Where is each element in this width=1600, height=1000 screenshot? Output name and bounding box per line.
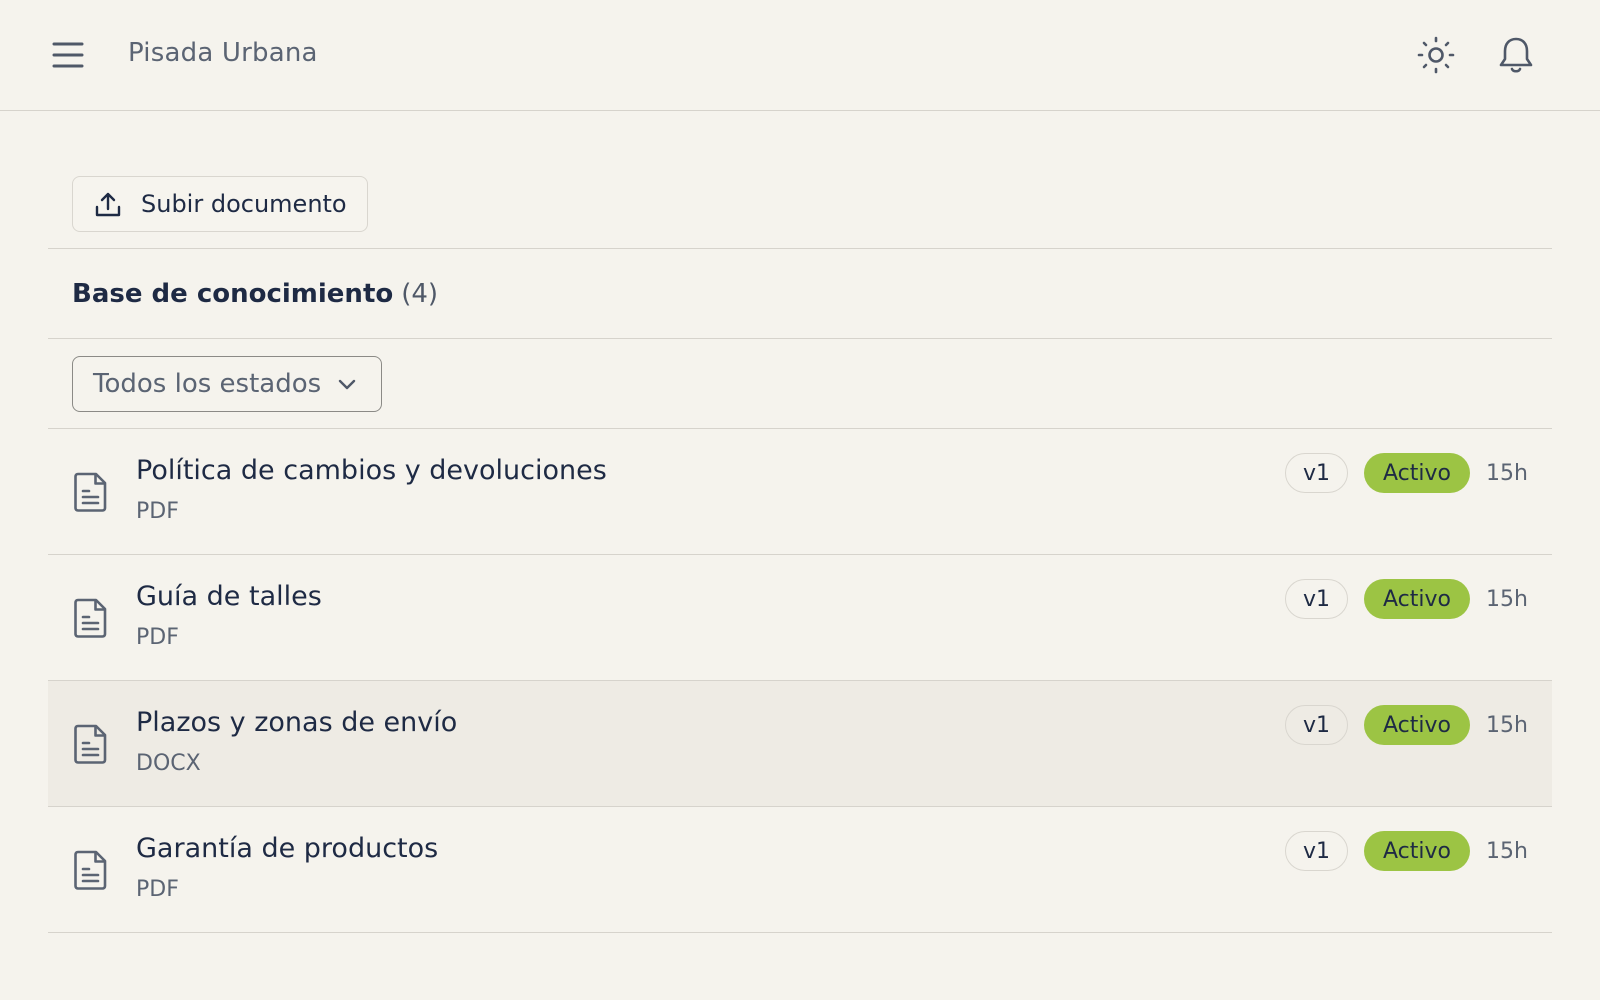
document-name: Plazos y zonas de envío <box>136 707 458 738</box>
version-badge: v1 <box>1284 579 1349 619</box>
upload-document-button[interactable]: Subir documento <box>72 176 368 232</box>
document-age: 15h <box>1486 838 1528 864</box>
document-type: DOCX <box>136 751 201 776</box>
filter-bar: Todos los estados <box>48 339 1552 429</box>
document-row[interactable]: Política de cambios y devoluciones PDF v… <box>48 429 1552 555</box>
document-row[interactable]: Plazos y zonas de envío DOCX v1 Activo 1… <box>48 681 1552 807</box>
bell-icon <box>1499 37 1533 73</box>
version-badge: v1 <box>1284 831 1349 871</box>
status-filter-select[interactable]: Todos los estados <box>72 356 382 412</box>
upload-document-label: Subir documento <box>141 190 347 218</box>
document-count: (4) <box>401 278 439 309</box>
document-age: 15h <box>1486 460 1528 486</box>
document-meta: v1 Activo 15h <box>1284 831 1528 871</box>
status-badge: Activo <box>1364 831 1470 871</box>
chevron-down-icon <box>338 379 356 390</box>
app-title: Pisada Urbana <box>128 38 318 68</box>
document-icon <box>74 724 107 764</box>
status-badge: Activo <box>1364 579 1470 619</box>
document-age: 15h <box>1486 586 1528 612</box>
document-row[interactable]: Guía de talles PDF v1 Activo 15h <box>48 555 1552 681</box>
version-badge: v1 <box>1284 705 1349 745</box>
document-list: Política de cambios y devoluciones PDF v… <box>48 429 1552 933</box>
status-badge: Activo <box>1364 453 1470 493</box>
status-badge: Activo <box>1364 705 1470 745</box>
document-name: Garantía de productos <box>136 833 439 864</box>
sun-icon <box>1417 36 1455 74</box>
document-icon <box>74 850 107 890</box>
hamburger-icon <box>52 42 84 68</box>
document-name: Política de cambios y devoluciones <box>136 455 607 486</box>
document-type: PDF <box>136 877 179 902</box>
document-age: 15h <box>1486 712 1528 738</box>
document-meta: v1 Activo 15h <box>1284 453 1528 493</box>
notifications-button[interactable] <box>1494 33 1538 77</box>
section-title: Base de conocimiento <box>72 278 394 309</box>
document-row[interactable]: Garantía de productos PDF v1 Activo 15h <box>48 807 1552 933</box>
document-meta: v1 Activo 15h <box>1284 705 1528 745</box>
status-filter-value: Todos los estados <box>93 369 322 399</box>
document-meta: v1 Activo 15h <box>1284 579 1528 619</box>
document-icon <box>74 598 107 638</box>
document-name: Guía de talles <box>136 581 322 612</box>
document-type: PDF <box>136 625 179 650</box>
toolbar: Subir documento <box>48 111 1552 249</box>
theme-toggle-button[interactable] <box>1414 33 1458 77</box>
section-header: Base de conocimiento (4) <box>48 249 1552 339</box>
document-type: PDF <box>136 499 179 524</box>
version-badge: v1 <box>1284 453 1349 493</box>
document-icon <box>74 472 107 512</box>
upload-icon <box>95 192 121 217</box>
top-bar: Pisada Urbana <box>0 0 1600 111</box>
knowledge-base-panel: Subir documento Base de conocimiento (4)… <box>48 111 1552 933</box>
menu-button[interactable] <box>46 33 90 77</box>
